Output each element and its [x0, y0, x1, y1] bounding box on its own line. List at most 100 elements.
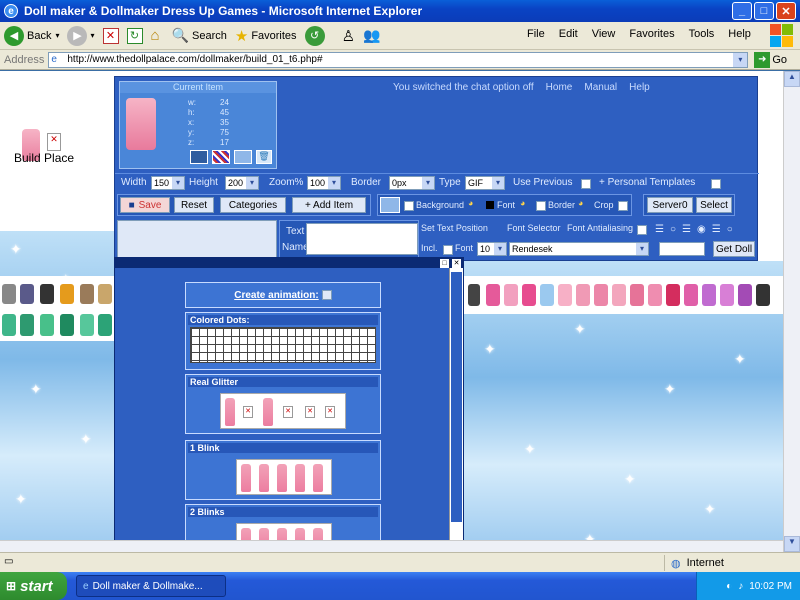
network-icon[interactable]: ◐: [726, 581, 732, 592]
reset-button[interactable]: Reset: [174, 197, 214, 213]
color-swatch-button[interactable]: [190, 150, 208, 164]
save-button[interactable]: ■ Save: [120, 197, 170, 213]
clothing-strip-right[interactable]: [464, 276, 783, 314]
align-right-radio[interactable]: ○: [727, 224, 733, 235]
nav-help-link[interactable]: Help: [629, 82, 650, 93]
contacts-button[interactable]: 👥: [359, 24, 384, 48]
history-button[interactable]: ↺: [301, 24, 332, 48]
build-place-label: Build Place: [14, 151, 75, 165]
nav-home-link[interactable]: Home: [546, 82, 573, 93]
background-picker-icon[interactable]: ◕: [468, 198, 473, 208]
align-right-icon[interactable]: ☰: [712, 224, 721, 235]
home-button[interactable]: ⌂: [147, 24, 164, 48]
background-checkbox[interactable]: [404, 201, 414, 211]
menu-file[interactable]: File: [527, 28, 545, 40]
stop-button[interactable]: ✕: [99, 24, 123, 48]
history-icon: ↺: [304, 25, 325, 46]
real-glitter-preview[interactable]: ✕ ✕ ✕ ✕: [220, 393, 346, 429]
address-dropdown-icon[interactable]: ▾: [733, 52, 748, 67]
status-bar: ▭ ◍ Internet: [0, 552, 800, 572]
align-left-radio[interactable]: ○: [670, 224, 676, 235]
personal-templates-checkbox[interactable]: [711, 179, 721, 189]
window-title-bar: e Doll maker & Dollmaker Dress Up Games …: [0, 0, 800, 22]
colored-dots-grid[interactable]: [190, 327, 376, 363]
current-item-title: Current Item: [120, 82, 276, 93]
background-image-icon[interactable]: [380, 197, 400, 213]
font-antialiasing-checkbox[interactable]: [637, 225, 647, 235]
volume-icon[interactable]: ♪: [738, 581, 743, 592]
one-blink-title: 1 Blink: [188, 443, 378, 453]
stop-icon: ✕: [102, 27, 119, 44]
add-item-button[interactable]: + Add Item: [292, 197, 366, 213]
taskbar-ie-window[interactable]: e Doll maker & Dollmake...: [76, 575, 226, 597]
alignment-options: ☰ ○ ☰ ◉ ☰ ○: [655, 221, 755, 237]
type-select[interactable]: GIF: [465, 176, 505, 190]
animation-popup: □ ✕ Create animation: Colored Dots: Real…: [114, 257, 464, 552]
border-select[interactable]: 0px: [389, 176, 435, 190]
menu-view[interactable]: View: [592, 28, 616, 40]
font-name-select[interactable]: Rendesek: [509, 242, 649, 256]
start-button[interactable]: ⊞ start: [0, 572, 67, 600]
text-input[interactable]: [306, 223, 418, 255]
close-button[interactable]: ✕: [776, 2, 796, 20]
popup-maximize-icon[interactable]: □: [440, 259, 449, 268]
address-label: Address: [4, 53, 45, 66]
vertical-scrollbar[interactable]: ▲ ▼: [783, 71, 800, 552]
font-size-select[interactable]: 10: [477, 242, 507, 256]
font-picker-icon[interactable]: ◕: [520, 198, 525, 208]
item-h-value: 45: [220, 108, 229, 117]
server-select[interactable]: Server0: [647, 197, 693, 213]
width-select[interactable]: 150: [151, 176, 185, 190]
people-icon: 👥: [363, 27, 381, 43]
nav-manual-link[interactable]: Manual: [584, 82, 617, 93]
popup-close-icon[interactable]: ✕: [452, 259, 461, 268]
menu-help[interactable]: Help: [728, 28, 751, 40]
pattern-swatch-button[interactable]: [212, 150, 230, 164]
maximize-button[interactable]: □: [754, 2, 774, 20]
trash-icon[interactable]: 🗑: [256, 150, 272, 164]
color-options: Background ◕ Font ◕ Border ◕ Crop: [377, 194, 632, 216]
clothing-strip-left[interactable]: [0, 276, 114, 341]
create-animation-checkbox[interactable]: [321, 290, 332, 301]
categories-button[interactable]: Categories: [220, 197, 286, 213]
doll-name-input[interactable]: [659, 242, 705, 256]
address-bar: Address e http://www.thedollpalace.com/d…: [0, 50, 800, 70]
menu-tools[interactable]: Tools: [689, 28, 715, 40]
favorites-button[interactable]: ★ Favorites: [231, 24, 301, 48]
align-center-icon[interactable]: ☰: [682, 224, 691, 235]
align-left-icon[interactable]: ☰: [655, 224, 664, 235]
select-button[interactable]: Select: [696, 197, 732, 213]
menu-favorites[interactable]: Favorites: [629, 28, 674, 40]
scroll-down-icon[interactable]: ▼: [784, 536, 800, 552]
broken-image-icon: ✕: [47, 133, 61, 151]
height-select[interactable]: 200: [225, 176, 259, 190]
border-checkbox[interactable]: [536, 201, 546, 211]
refresh-button[interactable]: ↻: [123, 24, 147, 48]
crop-checkbox[interactable]: [618, 201, 628, 211]
menu-edit[interactable]: Edit: [559, 28, 578, 40]
zoom-select[interactable]: 100: [307, 176, 341, 190]
get-doll-button[interactable]: Get Doll: [713, 241, 755, 257]
image-swatch-button[interactable]: [234, 150, 252, 164]
align-center-radio[interactable]: ◉: [697, 224, 706, 235]
search-button[interactable]: 🔍 Search: [168, 24, 231, 48]
messenger-button[interactable]: ♙: [338, 24, 359, 48]
address-input[interactable]: e http://www.thedollpalace.com/dollmaker…: [48, 51, 749, 68]
go-button[interactable]: ➜ Go: [754, 51, 787, 68]
font-color-swatch[interactable]: [486, 201, 494, 209]
scroll-up-icon[interactable]: ▲: [784, 71, 800, 87]
one-blink-preview[interactable]: [236, 459, 332, 495]
text-input-box: Text Name: [279, 220, 419, 258]
use-previous-checkbox[interactable]: [581, 179, 591, 189]
horizontal-scrollbar[interactable]: [0, 540, 783, 552]
item-y-value: 75: [220, 128, 229, 137]
border-picker-icon[interactable]: ◕: [578, 198, 583, 208]
browser-toolbar: ◀ Back ▾ ▶ ▾ ✕ ↻ ⌂ 🔍 Search ★ Favorites ↺ …: [0, 22, 800, 50]
popup-scroll-thumb[interactable]: [451, 272, 462, 522]
popup-scrollbar[interactable]: [449, 268, 463, 551]
forward-button[interactable]: ▶ ▾: [63, 24, 98, 48]
back-button[interactable]: ◀ Back ▾: [0, 24, 63, 48]
minimize-button[interactable]: _: [732, 2, 752, 20]
include-font-checkbox[interactable]: [443, 245, 453, 255]
build-area[interactable]: ✕ Build Place: [0, 71, 114, 231]
